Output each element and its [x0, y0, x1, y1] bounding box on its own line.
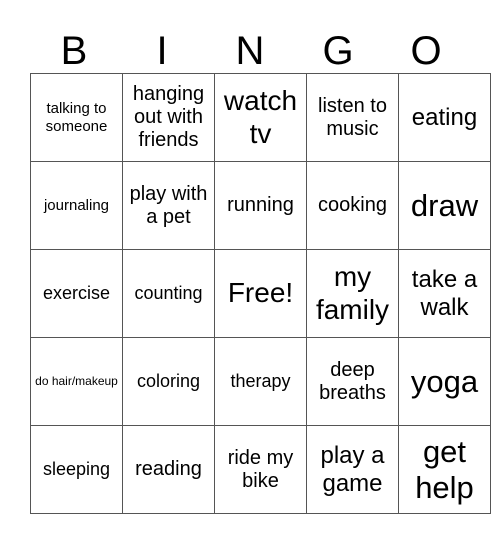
bingo-cell[interactable]: sleeping	[30, 425, 123, 514]
bingo-cell[interactable]: counting	[122, 249, 215, 338]
bingo-cell[interactable]: my family	[306, 249, 399, 338]
bingo-cell[interactable]: journaling	[30, 161, 123, 250]
bingo-cell[interactable]: running	[214, 161, 307, 250]
bingo-cell[interactable]: draw	[398, 161, 491, 250]
bingo-row: sleeping reading ride my bike play a gam…	[30, 425, 491, 514]
header-letter-b: B	[60, 29, 88, 73]
bingo-cell[interactable]: watch tv	[214, 73, 307, 162]
bingo-row: talking to someone hanging out with frie…	[30, 73, 491, 162]
bingo-row: journaling play with a pet running cooki…	[30, 161, 491, 250]
bingo-cell[interactable]: hanging out with friends	[122, 73, 215, 162]
bingo-cell[interactable]: exercise	[30, 249, 123, 338]
bingo-cell[interactable]: eating	[398, 73, 491, 162]
bingo-card: talking to someone hanging out with frie…	[30, 73, 491, 514]
bingo-cell free-space[interactable]: Free!	[214, 249, 307, 338]
bingo-cell[interactable]: play a game	[306, 425, 399, 514]
header-letter-i: I	[156, 29, 168, 73]
bingo-cell[interactable]: therapy	[214, 337, 307, 426]
bingo-cell[interactable]: reading	[122, 425, 215, 514]
bingo-row: do hair/makeup coloring therapy deep bre…	[30, 337, 491, 426]
bingo-cell[interactable]: deep breaths	[306, 337, 399, 426]
bingo-cell[interactable]: take a walk	[398, 249, 491, 338]
bingo-cell[interactable]: yoga	[398, 337, 491, 426]
bingo-cell[interactable]: play with a pet	[122, 161, 215, 250]
bingo-header: B I N G O	[30, 30, 470, 72]
header-letter-g: G	[322, 29, 354, 73]
bingo-cell[interactable]: ride my bike	[214, 425, 307, 514]
bingo-cell[interactable]: coloring	[122, 337, 215, 426]
bingo-cell[interactable]: talking to someone	[30, 73, 123, 162]
bingo-cell[interactable]: get help	[398, 425, 491, 514]
bingo-cell[interactable]: listen to music	[306, 73, 399, 162]
bingo-row: exercise counting Free! my family take a…	[30, 249, 491, 338]
header-letter-o: O	[410, 29, 442, 73]
bingo-cell[interactable]: cooking	[306, 161, 399, 250]
bingo-cell[interactable]: do hair/makeup	[30, 337, 123, 426]
header-letter-n: N	[235, 29, 265, 73]
